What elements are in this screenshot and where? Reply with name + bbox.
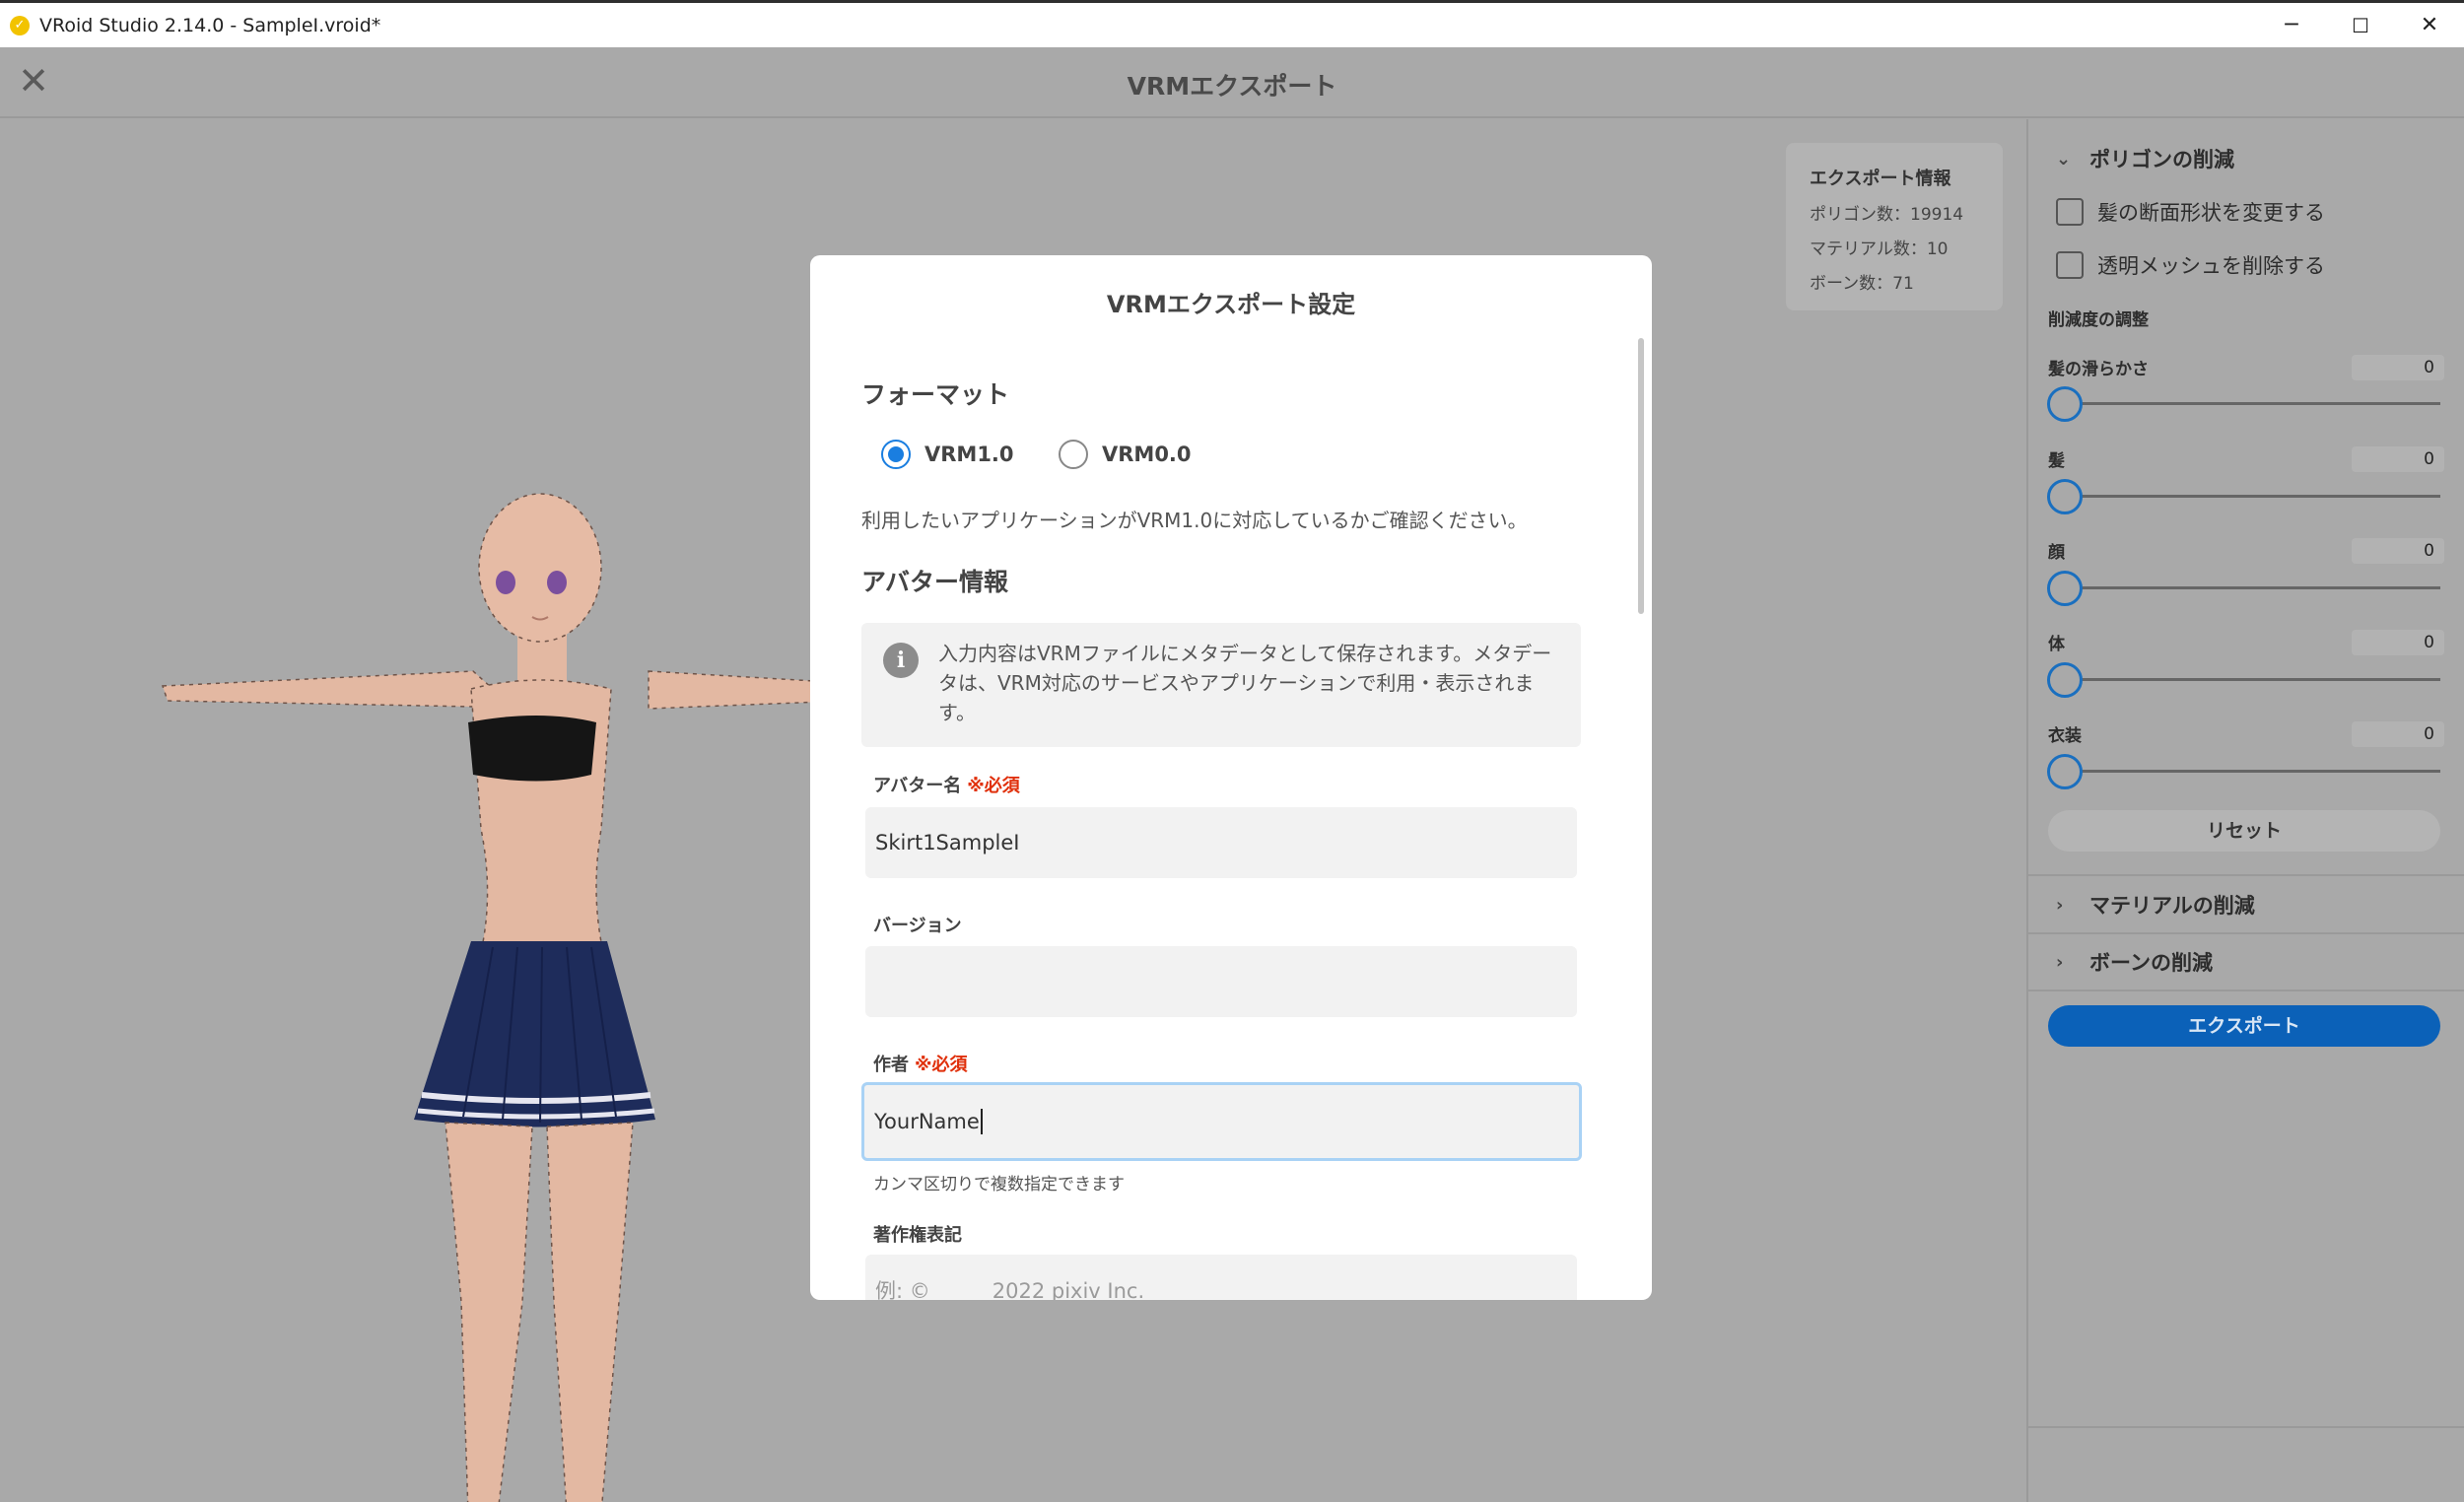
radio-vrm00[interactable]: VRM0.0 [1059,440,1192,469]
bone-section-header[interactable]: › ボーンの削減 [2056,947,2213,977]
slider-value-outfit[interactable]: 0 [2352,721,2444,747]
slider-label-outfit: 衣装 [2048,726,2082,746]
slider-knob-body[interactable] [2047,662,2083,698]
author-hint: カンマ区切りで複数指定できます [873,1175,1125,1195]
chevron-right-icon: › [2056,951,2064,973]
page-title: VRMエクスポート [1127,72,1337,101]
slider-value-face[interactable]: 0 [2352,538,2444,564]
export-button[interactable]: エクスポート [2048,1005,2440,1047]
material-section-header[interactable]: › マテリアルの削減 [2056,890,2255,920]
chevron-down-icon: ⌄ [2056,148,2072,170]
slider-label-face: 顔 [2048,543,2065,563]
radio-label: VRM0.0 [1102,443,1192,466]
slider-value-body[interactable]: 0 [2352,630,2444,655]
slider-label-hair-smoothness: 髪の滑らかさ [2048,360,2149,379]
reduction-adjust-title: 削減度の調整 [2048,310,2149,330]
vrm-export-settings-dialog: VRMエクスポート設定 フォーマット VRM1.0 VRM0.0 利用したいアプ… [810,255,1652,1300]
checkbox-box[interactable] [2056,251,2084,279]
radio-selected-icon[interactable] [881,440,911,469]
metadata-notice-text: 入力内容はVRMファイルにメタデータとして保存されます。メタデータは、VRM対応… [938,642,1552,724]
radio-vrm10[interactable]: VRM1.0 [881,440,1014,469]
hair-cross-section-checkbox[interactable]: 髪の断面形状を変更する [2056,197,2325,227]
slider-knob-hair[interactable] [2047,479,2083,514]
author-label: 作者 ※必須 [873,1051,968,1076]
polygon-section-title: ポリゴンの削減 [2089,148,2234,171]
chevron-right-icon: › [2056,894,2064,916]
remove-transparent-mesh-checkbox[interactable]: 透明メッシュを削除する [2056,250,2325,280]
metadata-notice: i 入力内容はVRMファイルにメタデータとして保存されます。メタデータは、VRM… [861,623,1581,747]
required-mark: ※必須 [967,776,1020,796]
dialog-scrollbar[interactable] [1638,338,1644,614]
slider-track[interactable] [2066,770,2440,773]
radio-unselected-icon[interactable] [1059,440,1088,469]
slider-value-hair[interactable]: 0 [2352,446,2444,472]
slider-track[interactable] [2066,586,2440,589]
version-field[interactable] [865,946,1577,1017]
slider-label-body: 体 [2048,635,2065,654]
vroid-logo-icon: ✓ [10,15,30,35]
avatar-info-heading: アバター情報 [861,568,1009,596]
author-field[interactable]: YourName [861,1082,1582,1161]
slider-knob-hair-smoothness[interactable] [2047,386,2083,422]
close-window-button[interactable]: ✕ [2395,3,2464,47]
section-divider [2026,932,2464,934]
copyright-placeholder: 例: © 2022 pixiv Inc. [875,1279,1145,1300]
export-info-box: エクスポート情報 ポリゴン数：19914 マテリアル数：10 ボーン数：71 [1786,143,2003,310]
copyright-field[interactable]: 例: © 2022 pixiv Inc. [865,1255,1577,1300]
material-section-title: マテリアルの削減 [2089,894,2255,918]
checkbox-label: 透明メッシュを削除する [2097,254,2325,278]
minimize-button[interactable]: ─ [2257,3,2326,47]
slider-knob-outfit[interactable] [2047,754,2083,789]
section-divider [2026,874,2464,876]
format-heading: フォーマット [861,380,1010,409]
required-mark: ※必須 [915,1055,968,1075]
material-count: マテリアル数：10 [1810,239,1949,259]
polygon-count: ポリゴン数：19914 [1810,205,1964,225]
export-info-title: エクスポート情報 [1810,169,1951,189]
info-icon: i [883,643,919,678]
version-label: バージョン [873,916,962,936]
export-header: ✕ VRMエクスポート [0,47,2464,118]
window-controls: ─ ☐ ✕ [2257,3,2464,47]
polygon-section-header[interactable]: ⌄ ポリゴンの削減 [2056,144,2234,173]
section-divider [2026,990,2464,991]
bone-section-title: ボーンの削減 [2089,951,2213,975]
slider-knob-face[interactable] [2047,571,2083,606]
checkbox-label: 髪の断面形状を変更する [2097,201,2325,225]
field-label-text: 作者 [873,1055,909,1075]
slider-track[interactable] [2066,678,2440,681]
reset-button[interactable]: リセット [2048,810,2440,852]
slider-value-hair-smoothness[interactable]: 0 [2352,355,2444,380]
section-divider [2026,1426,2464,1428]
bone-count: ボーン数：71 [1810,274,1914,294]
slider-label-hair: 髪 [2048,451,2065,471]
field-label-text: アバター名 [873,776,962,796]
slider-track[interactable] [2066,402,2440,405]
maximize-button[interactable]: ☐ [2326,3,2395,47]
avatar-name-label: アバター名 ※必須 [873,772,1020,797]
format-note: 利用したいアプリケーションがVRM1.0に対応しているかご確認ください。 [861,509,1528,532]
radio-label: VRM1.0 [924,443,1014,466]
window-title: VRoid Studio 2.14.0 - SampleI.vroid* [39,14,381,36]
author-field-value: YourName [874,1110,980,1133]
window-titlebar: ✓ VRoid Studio 2.14.0 - SampleI.vroid* ─… [0,0,2464,47]
checkbox-box[interactable] [2056,198,2084,226]
copyright-label: 著作権表記 [873,1225,962,1246]
text-caret [980,1109,983,1134]
avatar-name-field[interactable]: Skirt1SampleI [865,807,1577,878]
dialog-title: VRMエクスポート設定 [1106,291,1356,318]
slider-track[interactable] [2066,495,2440,498]
